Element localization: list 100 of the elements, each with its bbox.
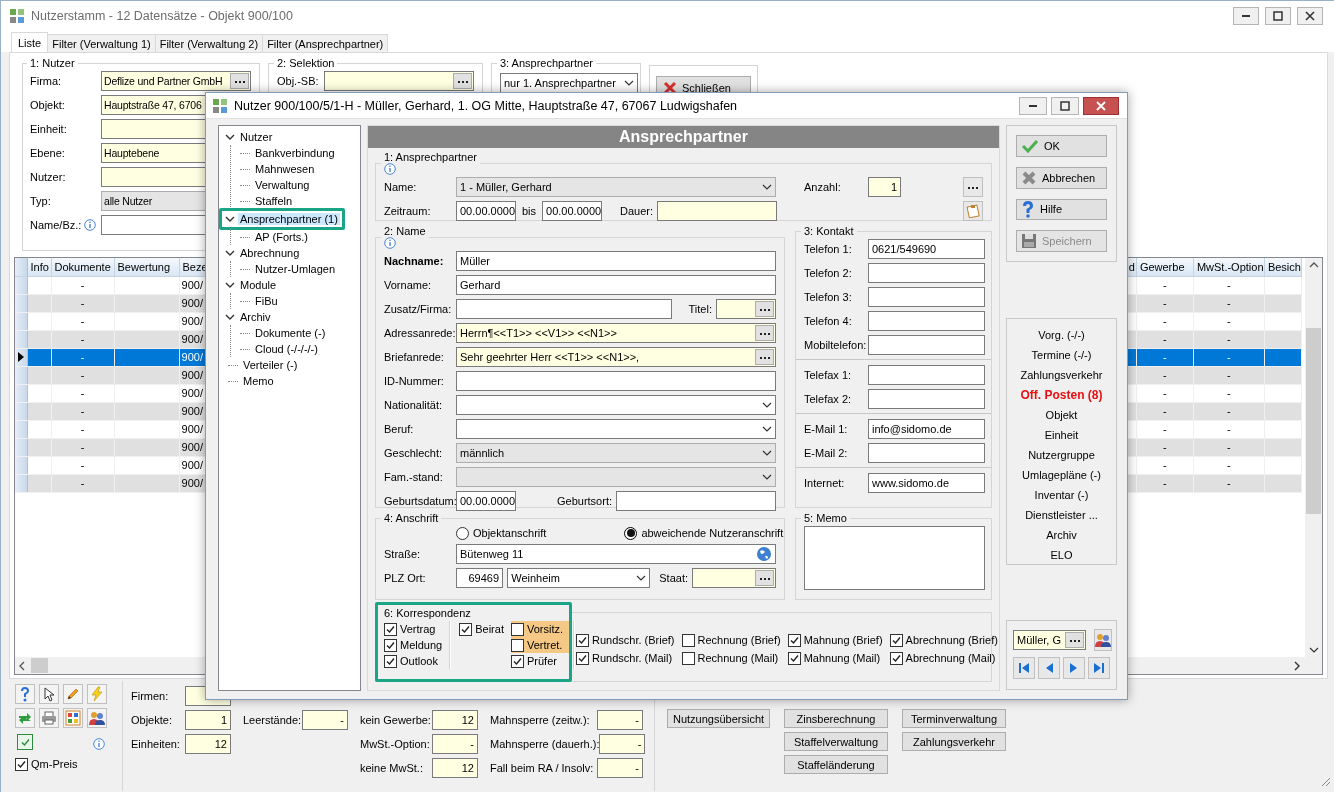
tree-item[interactable]: AP (Forts.) <box>253 231 310 243</box>
lookup-field[interactable]: Deflize und Partner GmbH <box>101 71 251 91</box>
tree-item[interactable]: Abrechnung <box>238 247 302 259</box>
link[interactable]: Dienstleister ... <box>1025 507 1098 523</box>
link[interactable]: ELO <box>1050 547 1073 563</box>
column-header[interactable]: MwSt.-Option <box>1193 258 1265 276</box>
link[interactable]: Vorg. (-/-) <box>1038 327 1085 343</box>
browse-button[interactable] <box>755 349 774 365</box>
input-field[interactable]: Bütenweg 11 <box>456 544 776 564</box>
memo-field[interactable] <box>804 526 985 590</box>
date-field[interactable]: 00.00.0000 <box>542 201 603 221</box>
input-field[interactable] <box>868 365 985 385</box>
tab[interactable]: Filter (Verwaltung 1) <box>47 34 156 52</box>
input-field[interactable]: 0621/549690 <box>868 239 985 259</box>
lookup-field[interactable]: Herrn¶<<T1>> <<V1>> <<N1>> <box>456 323 776 343</box>
radio-button[interactable]: Objektanschrift <box>456 526 547 540</box>
dropdown[interactable]: Weinheim <box>507 568 651 588</box>
input-field[interactable] <box>868 311 985 331</box>
checkbox[interactable]: Vertret. <box>510 637 569 653</box>
input-field[interactable]: - <box>599 734 646 754</box>
link[interactable]: Archiv <box>1046 527 1077 543</box>
input-field[interactable] <box>868 335 985 355</box>
tree-item[interactable]: FiBu <box>253 295 280 307</box>
input-field[interactable] <box>456 299 672 319</box>
input-field[interactable]: 12 <box>185 734 231 754</box>
tree-item[interactable]: Cloud (-/-/-/-) <box>253 343 320 355</box>
button[interactable]: Nutzungsübersicht <box>667 709 770 728</box>
lookup-field[interactable] <box>692 568 776 588</box>
browse-button[interactable] <box>755 570 774 586</box>
button[interactable]: Zahlungsverkehr <box>902 732 1006 751</box>
input-field[interactable] <box>868 287 985 307</box>
lookup-field[interactable]: Sehr geehrter Herr <<T1>> <<N1>>, <box>456 347 776 367</box>
last-button[interactable] <box>1088 657 1110 679</box>
input-field[interactable]: - <box>597 758 643 778</box>
input-field[interactable]: 1 <box>185 710 231 730</box>
chevron-down-icon[interactable] <box>225 314 235 320</box>
link[interactable]: Objekt <box>1045 407 1078 423</box>
print-button[interactable] <box>39 708 59 728</box>
tree-item[interactable]: Nutzer-Umlagen <box>253 263 338 275</box>
checkbox[interactable]: Qm-Preis <box>15 756 111 772</box>
link[interactable]: Einheit <box>1044 427 1079 443</box>
input-field[interactable]: 1 <box>868 177 901 197</box>
tree-item[interactable]: Verteiler (-) <box>241 359 300 371</box>
checkbox[interactable]: Mahnung (Brief) <box>787 631 886 649</box>
maximize-button[interactable] <box>1265 7 1291 25</box>
input-field[interactable]: Gerhard <box>456 275 776 295</box>
dropdown[interactable]: 1 - Müller, Gerhard <box>456 177 776 197</box>
link[interactable]: Umlagepläne (-) <box>1022 467 1101 483</box>
browse-button[interactable] <box>453 73 472 89</box>
browse-button[interactable] <box>230 73 249 89</box>
previous-button[interactable] <box>1038 657 1060 679</box>
radio-button[interactable]: abweichende Nutzeranschrift <box>624 526 784 540</box>
button[interactable]: Staffelverwaltung <box>784 732 888 751</box>
scrollbar-thumb[interactable] <box>1306 328 1321 514</box>
button[interactable]: Hilfe <box>1016 198 1107 221</box>
input-field[interactable]: www.sidomo.de <box>868 473 985 493</box>
input-field[interactable]: 12 <box>432 710 478 730</box>
checkbox[interactable]: Abrechnung (Brief) <box>889 631 1001 649</box>
link[interactable]: Zahlungsverkehr <box>1020 367 1103 383</box>
minimize-button[interactable] <box>1233 7 1259 25</box>
tree-item[interactable]: Bankverbindung <box>253 147 337 159</box>
checkbox[interactable]: Beirat <box>459 621 507 637</box>
minimize-button[interactable] <box>1019 96 1047 115</box>
link[interactable]: Nutzergruppe <box>1028 447 1095 463</box>
input-field[interactable] <box>616 491 776 511</box>
checkbox[interactable]: Prüfer <box>510 653 569 669</box>
first-button[interactable] <box>1013 657 1035 679</box>
close-button[interactable] <box>1083 96 1119 115</box>
browse-button[interactable] <box>755 301 774 317</box>
column-header[interactable]: Besich <box>1264 258 1302 276</box>
input-field[interactable]: Müller <box>456 251 776 271</box>
chevron-down-icon[interactable] <box>225 216 235 222</box>
input-field[interactable] <box>657 201 778 221</box>
tree-item[interactable]: Nutzer <box>238 131 275 143</box>
checkbox[interactable]: Rundschr. (Mail) <box>576 649 678 667</box>
column-header[interactable]: Bewertung <box>114 258 180 276</box>
cursor-button[interactable] <box>39 684 59 704</box>
help-button[interactable] <box>15 684 35 704</box>
scrollbar-thumb[interactable] <box>31 658 48 673</box>
browse-button[interactable] <box>755 325 774 341</box>
input-field[interactable]: - <box>597 710 643 730</box>
globe-icon[interactable] <box>756 546 772 562</box>
browse-button[interactable] <box>963 177 983 197</box>
checkbox[interactable]: Outlook <box>384 653 446 669</box>
checkbox[interactable]: Rundschr. (Brief) <box>576 631 678 649</box>
link[interactable]: Off. Posten (8) <box>1020 387 1103 403</box>
lookup-field[interactable]: Müller, G <box>1013 630 1086 650</box>
checkbox[interactable]: Rechnung (Brief) <box>681 631 784 649</box>
people-button[interactable] <box>87 708 107 728</box>
tree-item[interactable]: Mahnwesen <box>253 163 317 175</box>
input-field[interactable] <box>868 443 985 463</box>
column-header[interactable]: Gewerbe <box>1136 258 1194 276</box>
next-button[interactable] <box>1063 657 1085 679</box>
checkbox[interactable]: Abrechnung (Mail) <box>889 649 1001 667</box>
tree-item[interactable]: Module <box>238 279 279 291</box>
column-header[interactable]: Info <box>27 258 51 276</box>
chevron-down-icon[interactable] <box>225 134 235 140</box>
date-field[interactable]: 00.00.0000 <box>456 201 516 221</box>
browse-button[interactable] <box>1065 632 1084 648</box>
radio-icon[interactable] <box>456 526 469 540</box>
